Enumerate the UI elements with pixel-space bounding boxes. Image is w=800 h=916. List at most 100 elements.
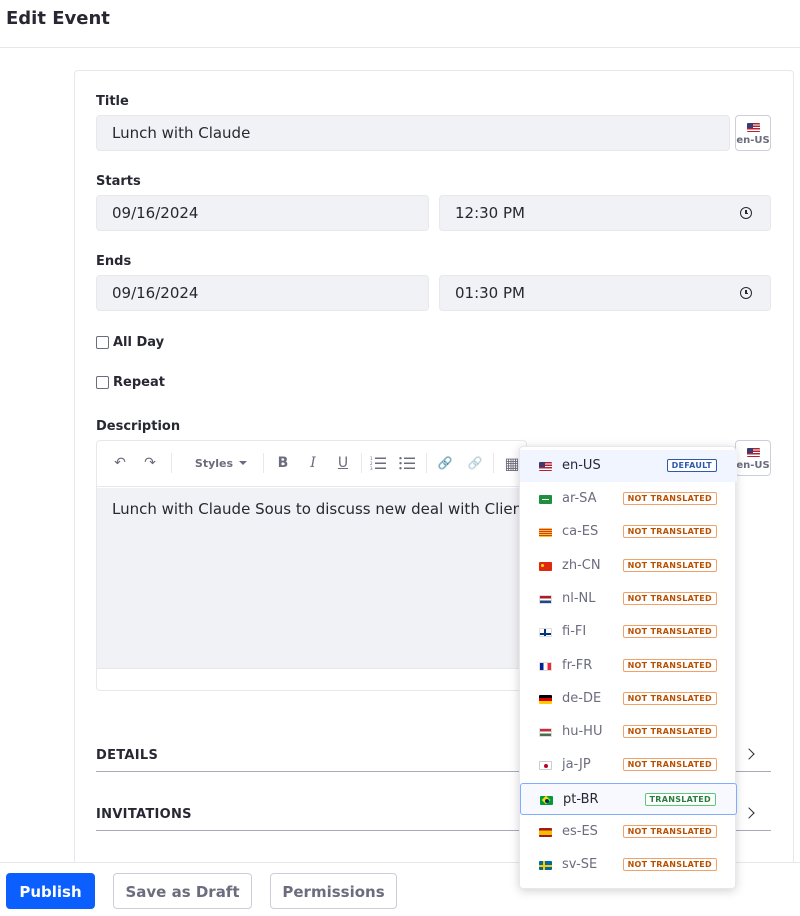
locale-option-nl-nl[interactable]: nl-NL NOT TRANSLATED bbox=[520, 583, 737, 615]
ends-time-input[interactable]: 01:30 PM bbox=[439, 275, 771, 311]
sa-flag-icon bbox=[539, 495, 552, 504]
locale-option-code: zh-CN bbox=[562, 558, 601, 573]
jp-flag-icon bbox=[539, 761, 552, 770]
clock-icon[interactable] bbox=[740, 207, 752, 219]
permissions-button[interactable]: Permissions bbox=[270, 873, 397, 909]
locale-option-ar-sa[interactable]: ar-SA NOT TRANSLATED bbox=[520, 483, 737, 515]
locale-dropdown-menu: en-US DEFAULT ar-SA NOT TRANSLATED ca-ES… bbox=[519, 446, 737, 889]
locale-option-hu-hu[interactable]: hu-HU NOT TRANSLATED bbox=[520, 716, 737, 748]
details-title: DETAILS bbox=[96, 748, 159, 763]
locale-option-de-de[interactable]: de-DE NOT TRANSLATED bbox=[520, 683, 737, 715]
locale-option-code: ja-JP bbox=[562, 757, 591, 772]
status-badge: NOT TRANSLATED bbox=[622, 525, 717, 538]
save-draft-button[interactable]: Save as Draft bbox=[113, 873, 252, 909]
ends-time-value: 01:30 PM bbox=[455, 284, 525, 302]
status-badge: NOT TRANSLATED bbox=[622, 625, 717, 638]
toolbar-divider bbox=[171, 453, 172, 473]
hu-flag-icon bbox=[539, 728, 552, 737]
ends-date-input[interactable]: 09/16/2024 bbox=[96, 275, 429, 311]
description-label: Description bbox=[96, 419, 181, 434]
clock-icon[interactable] bbox=[740, 287, 752, 299]
locale-option-code: hu-HU bbox=[562, 724, 603, 739]
locale-option-code: de-DE bbox=[562, 691, 602, 706]
chevron-right-icon[interactable] bbox=[743, 807, 755, 819]
status-badge: NOT TRANSLATED bbox=[622, 825, 717, 838]
title-locale-button[interactable]: en-US bbox=[735, 115, 771, 151]
locale-option-code: en-US bbox=[562, 458, 601, 473]
invitations-title: INVITATIONS bbox=[96, 807, 192, 822]
repeat-checkbox[interactable] bbox=[96, 375, 109, 389]
publish-button[interactable]: Publish bbox=[6, 873, 95, 909]
status-badge: NOT TRANSLATED bbox=[622, 592, 717, 605]
cn-flag-icon bbox=[539, 562, 552, 571]
title-label: Title bbox=[96, 94, 129, 109]
status-badge: NOT TRANSLATED bbox=[622, 492, 717, 505]
starts-label: Starts bbox=[96, 174, 141, 189]
status-badge: NOT TRANSLATED bbox=[622, 692, 717, 705]
repeat-label[interactable]: Repeat bbox=[113, 375, 165, 390]
us-flag-icon bbox=[539, 462, 552, 471]
locale-option-code: ar-SA bbox=[562, 491, 597, 506]
underline-icon[interactable]: U bbox=[332, 452, 354, 474]
ends-label: Ends bbox=[96, 254, 132, 269]
all-day-checkbox[interactable] bbox=[96, 335, 109, 349]
starts-date-input[interactable]: 09/16/2024 bbox=[96, 195, 429, 231]
styles-label: Styles bbox=[194, 456, 234, 470]
redo-icon[interactable]: ↷ bbox=[139, 452, 161, 474]
br-flag-icon bbox=[540, 796, 553, 805]
status-badge: NOT TRANSLATED bbox=[622, 725, 717, 738]
locale-option-code: ca-ES bbox=[562, 524, 599, 539]
status-badge: NOT TRANSLATED bbox=[622, 858, 717, 871]
status-badge: NOT TRANSLATED bbox=[622, 758, 717, 771]
italic-icon[interactable]: I bbox=[302, 452, 324, 474]
locale-option-fr-fr[interactable]: fr-FR NOT TRANSLATED bbox=[520, 650, 737, 682]
all-day-row: All Day bbox=[96, 334, 164, 350]
locale-option-fi-fi[interactable]: fi-FI NOT TRANSLATED bbox=[520, 616, 737, 648]
catalonia-flag-icon bbox=[539, 528, 552, 537]
styles-dropdown[interactable]: Styles bbox=[191, 452, 251, 474]
page-title: Edit Event bbox=[6, 8, 110, 29]
editor-toolbar: ↶ ↷ Styles B I U 123 🔗 🔗 ▦ bbox=[97, 441, 526, 487]
description-editor: ↶ ↷ Styles B I U 123 🔗 🔗 ▦ Lunch with Cl… bbox=[96, 440, 527, 691]
description-content[interactable]: Lunch with Claude Sous to discuss new de… bbox=[97, 488, 526, 668]
description-locale-button[interactable]: en-US bbox=[735, 440, 771, 476]
locale-option-zh-cn[interactable]: zh-CN NOT TRANSLATED bbox=[520, 550, 737, 582]
locale-code: en-US bbox=[736, 460, 770, 471]
bulleted-list-icon[interactable] bbox=[396, 452, 418, 474]
locale-option-code: fi-FI bbox=[562, 624, 587, 639]
numbered-list-icon[interactable]: 123 bbox=[367, 452, 389, 474]
locale-option-ja-jp[interactable]: ja-JP NOT TRANSLATED bbox=[520, 749, 737, 781]
locale-option-code: nl-NL bbox=[562, 591, 596, 606]
toolbar-divider bbox=[263, 453, 264, 473]
link-icon[interactable]: 🔗 bbox=[434, 452, 456, 474]
status-badge: DEFAULT bbox=[666, 459, 717, 472]
editor-footer-divider bbox=[97, 668, 526, 669]
locale-option-ca-es[interactable]: ca-ES NOT TRANSLATED bbox=[520, 516, 737, 548]
de-flag-icon bbox=[539, 695, 552, 704]
locale-option-en-us[interactable]: en-US DEFAULT bbox=[520, 450, 737, 482]
locale-option-code: fr-FR bbox=[562, 658, 593, 673]
undo-icon[interactable]: ↶ bbox=[109, 452, 131, 474]
title-input[interactable]: Lunch with Claude bbox=[96, 115, 730, 151]
chevron-right-icon[interactable] bbox=[743, 748, 755, 760]
repeat-row: Repeat bbox=[96, 374, 165, 390]
svg-text:3: 3 bbox=[370, 466, 373, 470]
us-flag-icon bbox=[747, 123, 760, 132]
locale-code: en-US bbox=[736, 135, 770, 146]
locale-option-sv-se[interactable]: sv-SE NOT TRANSLATED bbox=[520, 849, 737, 881]
locale-option-code: es-ES bbox=[562, 824, 598, 839]
locale-option-code: sv-SE bbox=[562, 857, 598, 872]
bold-icon[interactable]: B bbox=[272, 452, 294, 474]
page-header: Edit Event bbox=[0, 0, 800, 48]
toolbar-divider bbox=[426, 453, 427, 473]
us-flag-icon bbox=[747, 448, 760, 457]
locale-option-pt-br[interactable]: pt-BR TRANSLATED bbox=[520, 783, 737, 815]
toolbar-divider bbox=[493, 453, 494, 473]
unlink-icon[interactable]: 🔗 bbox=[464, 452, 486, 474]
all-day-label[interactable]: All Day bbox=[113, 335, 164, 350]
es-flag-icon bbox=[539, 828, 552, 837]
locale-option-code: pt-BR bbox=[563, 792, 599, 807]
se-flag-icon bbox=[539, 861, 552, 870]
locale-option-es-es[interactable]: es-ES NOT TRANSLATED bbox=[520, 816, 737, 848]
starts-time-input[interactable]: 12:30 PM bbox=[439, 195, 771, 231]
